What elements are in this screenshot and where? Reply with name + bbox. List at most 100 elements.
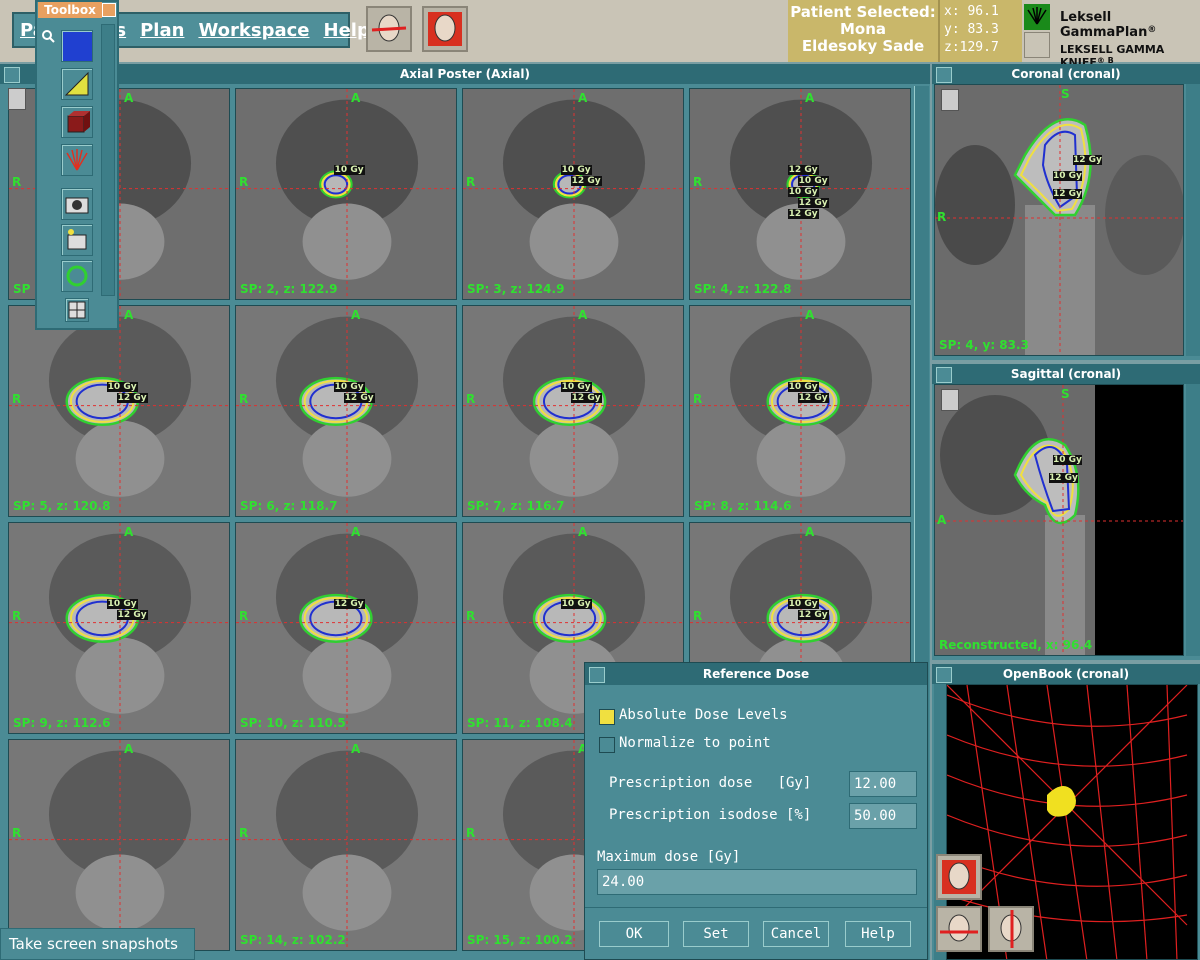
dose-label: 10 Gy (797, 176, 829, 187)
lock-icon[interactable] (941, 389, 959, 411)
panel-minimize-icon[interactable] (936, 367, 952, 383)
normalize-label: Normalize to point (619, 735, 771, 751)
orient-right-label: R (466, 825, 476, 840)
coronal-orient-right: R (937, 210, 947, 224)
head-axial-view-button[interactable] (936, 906, 982, 952)
brand-blank-button[interactable] (1024, 32, 1050, 58)
coronal-scrollbar[interactable] (1186, 84, 1200, 356)
head-sagittal-view-button[interactable] (988, 906, 1034, 952)
axial-panel-title-bar: Axial Poster (Axial) (0, 64, 930, 84)
prescription-isodose-label: Prescription isodose [%] (609, 807, 812, 823)
ruler-tool-icon[interactable] (61, 68, 93, 100)
openbook-title-bar: OpenBook (cronal) (932, 664, 1200, 684)
axial-slice[interactable]: A R 10 Gy 12 Gy SP: 6, z: 118.7 (235, 305, 457, 517)
lock-icon[interactable] (941, 89, 959, 111)
axial-slice[interactable]: A R SP: 14, z: 102.2 (235, 739, 457, 951)
dose-label: 12 Gy (1073, 155, 1102, 165)
x-coordinate: x: 96.1 (944, 4, 999, 19)
slice-position-label: SP: 7, z: 116.7 (467, 499, 565, 513)
head-axial-icon (371, 14, 407, 42)
toolbox-scrollbar[interactable] (101, 24, 115, 296)
menu-plan[interactable]: Plan (140, 20, 184, 41)
brand-title-mark: ® (1147, 25, 1157, 35)
axial-slice[interactable]: A R 12 Gy 10 Gy 10 Gy 12 Gy 12 Gy SP: 4, z: 122… (689, 88, 911, 300)
dose-label: 12 Gy (787, 165, 819, 176)
axial-slice[interactable]: A R 10 Gy SP: 2, z: 122.9 (235, 88, 457, 300)
slice-position-label: SP: 8, z: 114.6 (694, 499, 792, 513)
take-snapshot-button[interactable]: Take screen snapshots (0, 928, 195, 960)
panel-minimize-icon[interactable] (936, 67, 952, 83)
cancel-button[interactable]: Cancel (763, 921, 829, 947)
sagittal-scrollbar[interactable] (1186, 384, 1200, 656)
isodose-ring-icon[interactable] (61, 260, 93, 292)
axial-slice[interactable]: A R 10 Gy 12 Gy SP: 7, z: 116.7 (462, 305, 684, 517)
coronal-view-button[interactable] (422, 6, 468, 52)
coordinate-readout: x: 96.1 y: 83.3 z:129.7 (938, 0, 1022, 62)
axial-slice[interactable]: A R 10 Gy 12 Gy SP: 5, z: 120.8 (8, 305, 230, 517)
dose-label: 12 Gy (333, 599, 365, 610)
orient-right-label: R (693, 391, 703, 406)
brand-title: Leksell GammaPlan (1060, 10, 1148, 40)
toolbox-close-icon[interactable] (102, 3, 116, 17)
cube-tool-icon[interactable] (61, 106, 93, 138)
dose-label: 10 Gy (1053, 455, 1082, 465)
fan-beam-tool-icon[interactable] (61, 144, 93, 176)
dose-label: 12 Gy (570, 176, 602, 187)
slice-position-label: SP: 5, z: 120.8 (13, 499, 111, 513)
axial-slice[interactable]: A R 12 Gy SP: 10, z: 110.5 (235, 522, 457, 734)
dose-label: 12 Gy (1049, 473, 1078, 483)
volume-tool-icon[interactable] (61, 30, 93, 62)
orient-right-label: R (12, 174, 22, 189)
slice-position-label: SP (13, 282, 31, 296)
coronal-view[interactable]: S R 12 Gy 10 Gy 12 Gy SP: 4, y: 83.3 (934, 84, 1184, 356)
orient-right-label: R (12, 608, 22, 623)
help-button[interactable]: Help (845, 921, 911, 947)
menu-workspace[interactable]: Workspace (198, 20, 309, 41)
dose-label: 10 Gy (787, 599, 819, 610)
prescription-dose-input[interactable]: 12.00 (849, 771, 917, 797)
head-coronal-view-button[interactable] (936, 854, 982, 900)
axial-slice[interactable]: A R 10 Gy 12 Gy SP: 8, z: 114.6 (689, 305, 911, 517)
axial-slice[interactable]: A R 10 Gy 12 Gy SP: 9, z: 112.6 (8, 522, 230, 734)
dose-label: 10 Gy (560, 165, 592, 176)
toolbox-palette[interactable] (35, 0, 119, 330)
panel-minimize-icon[interactable] (4, 67, 20, 83)
sagittal-orient-anterior: A (937, 513, 947, 527)
normalize-checkbox[interactable] (599, 737, 615, 753)
panel-minimize-icon[interactable] (936, 667, 952, 683)
orient-right-label: R (12, 825, 22, 840)
dialog-minimize-icon[interactable] (589, 667, 605, 683)
prescription-isodose-input[interactable]: 50.00 (849, 803, 917, 829)
slice-position-label: SP: 9, z: 112.6 (13, 716, 111, 730)
axial-view-button[interactable] (366, 6, 412, 52)
toolbox-title[interactable]: Toolbox (38, 2, 102, 18)
dose-label: 12 Gy (570, 393, 602, 404)
lock-icon[interactable] (8, 88, 26, 110)
orient-right-label: R (466, 391, 476, 406)
menu-help[interactable]: Help (324, 20, 370, 41)
openbook-3d-view[interactable] (946, 684, 1198, 960)
orient-anterior-label: A (351, 91, 361, 105)
slice-position-label: SP: 2, z: 122.9 (240, 282, 338, 296)
grid-layout-icon[interactable] (65, 298, 89, 322)
axial-slice[interactable]: A R 10 Gy 12 Gy SP: 3, z: 124.9 (462, 88, 684, 300)
y-coordinate: y: 83.3 (944, 22, 999, 37)
dialog-title-bar: Reference Dose (585, 663, 927, 685)
gammaknife-logo-icon (1024, 4, 1050, 30)
patient-label: Patient Selected: (790, 3, 936, 21)
ok-button[interactable]: OK (599, 921, 669, 947)
sagittal-view[interactable]: S A 10 Gy 12 Gy Reconstructed, x: 96.4 (934, 384, 1184, 656)
set-button[interactable]: Set (683, 921, 749, 947)
slice-position-label: SP: 14, z: 102.2 (240, 933, 346, 947)
absolute-dose-checkbox[interactable] (599, 709, 615, 725)
dose-label: 10 Gy (787, 382, 819, 393)
orient-anterior-label: A (351, 308, 361, 322)
dose-label: 10 Gy (560, 382, 592, 393)
orient-anterior-label: A (124, 91, 134, 105)
maximum-dose-field[interactable]: 24.00 (597, 869, 917, 895)
axial-slice[interactable]: AR (8, 739, 230, 951)
sagittal-title: Sagittal (cronal) (1010, 367, 1122, 381)
camera-icon[interactable] (61, 188, 93, 220)
screenshot-tool-icon[interactable] (61, 224, 93, 256)
zoom-icon[interactable] (41, 28, 55, 43)
